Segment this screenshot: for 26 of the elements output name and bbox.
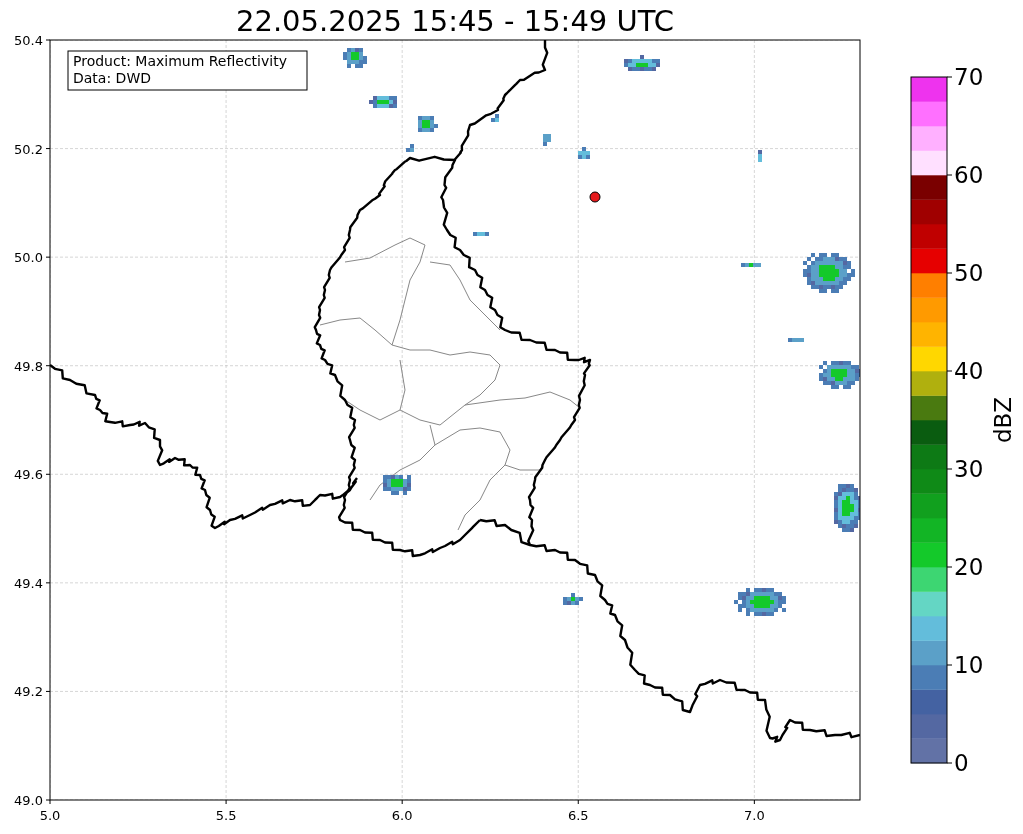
colorbar-tick-label: 60 — [954, 162, 984, 188]
colorbar-tick-label: 70 — [954, 64, 984, 90]
x-tick-label: 5.5 — [215, 808, 237, 823]
y-tick-label: 49.8 — [14, 358, 43, 374]
colorbar-tick-label: 40 — [954, 358, 984, 384]
x-tick-label: 6.0 — [391, 808, 413, 823]
y-tick-label: 50.2 — [14, 141, 43, 157]
chart-title: 22.05.2025 15:45 - 15:49 UTC — [236, 4, 674, 38]
x-tick-label: 5.0 — [39, 808, 61, 823]
colorbar-tick-label: 50 — [954, 260, 984, 286]
colorbar-tick-label: 10 — [954, 652, 984, 678]
y-tick-label: 49.2 — [14, 684, 43, 700]
colorbar-tick-label: 30 — [954, 456, 984, 482]
location-marker — [589, 191, 601, 203]
y-tick-label: 49.6 — [14, 467, 43, 483]
info-text: Product: Maximum Reflectivity — [73, 53, 287, 69]
x-tick-label: 6.5 — [567, 808, 589, 823]
colorbar-tick-label: 0 — [954, 750, 969, 776]
x-tick-label: 7.0 — [744, 808, 765, 823]
colorbar-tick-label: 20 — [954, 554, 984, 580]
info-text: Data: DWD — [73, 70, 151, 86]
y-tick-label: 49.0 — [14, 793, 43, 808]
y-tick-label: 50.4 — [14, 33, 43, 48]
y-tick-label: 49.4 — [14, 575, 43, 591]
y-tick-label: 50.0 — [14, 250, 43, 266]
colorbar-label: dBZ — [990, 396, 1016, 444]
